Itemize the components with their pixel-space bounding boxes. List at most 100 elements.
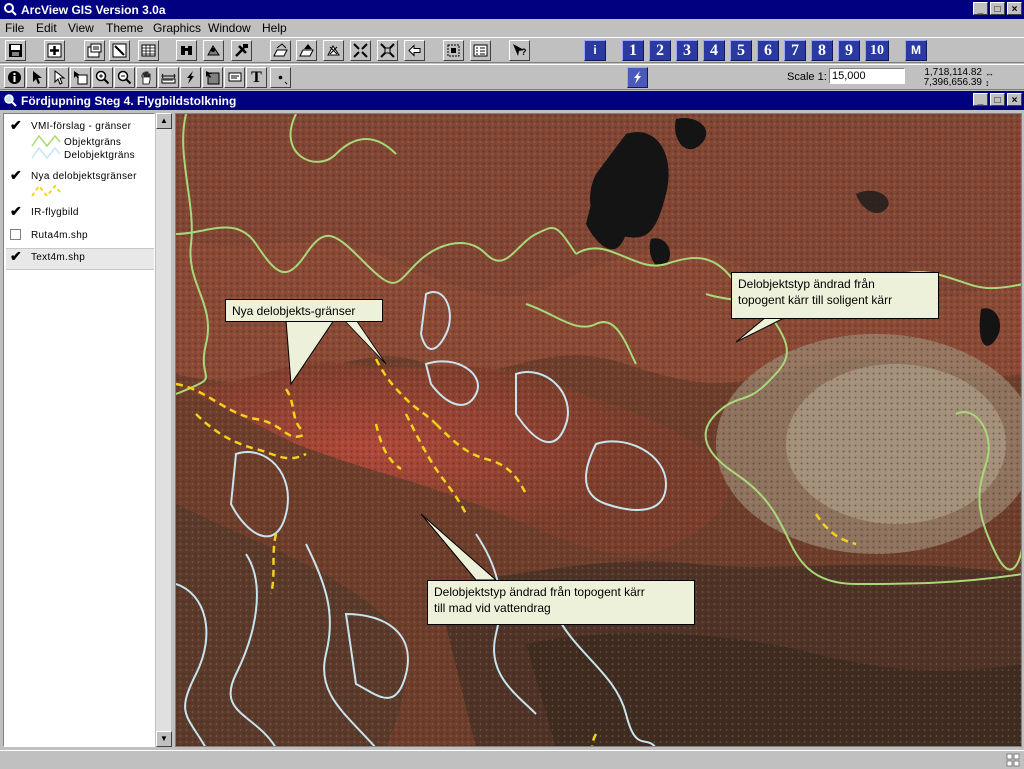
save-icon [9,44,22,57]
text-tool[interactable]: T [246,67,267,88]
find-button[interactable] [176,40,197,61]
lightning-tool[interactable] [627,67,648,88]
zoom-to-selected-button[interactable] [323,40,344,61]
number-button-7[interactable]: 7 [784,40,806,61]
nya-grans-symbol [31,184,61,198]
status-bar [0,750,1024,769]
table-of-contents: ✔ VMI-förslag - gränser Objektgräns Delo… [3,113,155,747]
view-minimize-button[interactable]: _ [973,93,988,106]
identify-icon [8,71,21,84]
theme-ruta4m[interactable]: Ruta4m.shp [6,227,154,247]
clear-selected-button[interactable] [470,40,491,61]
view-title-bar: Fördjupning Steg 4. Flygbildstolkning _ … [0,91,1024,110]
zoom-out-button[interactable] [377,40,398,61]
locate-address-button[interactable] [203,40,224,61]
scale-label: Scale 1: [787,71,827,83]
theme-properties-button[interactable] [84,40,105,61]
theme-visibility-checkbox[interactable]: ✔ [10,168,22,182]
number-button-10[interactable]: 10 [865,40,889,61]
number-button-3[interactable]: 3 [676,40,698,61]
query-builder-button[interactable] [231,40,252,61]
pan-icon [141,71,151,85]
number-button-5[interactable]: 5 [730,40,752,61]
menu-graphics[interactable]: Graphics [153,21,201,35]
scroll-up-icon[interactable]: ▲ [156,113,172,129]
vertex-edit-icon [54,70,66,85]
resize-grip-icon[interactable] [1006,753,1020,767]
pointer-icon [33,71,42,84]
m-button[interactable]: M [905,40,927,61]
zoom-full-extent-icon [273,43,288,57]
maximize-button[interactable]: □ [990,2,1005,15]
theme-name: IR-flygbild [31,207,79,218]
toc-scrollbar[interactable]: ▲ ▼ [155,113,172,747]
number-button-9[interactable]: 9 [838,40,860,61]
zoom-previous-button[interactable] [404,40,425,61]
callout-line-1: Delobjektstyp ändrad från topogent kärr [434,585,645,599]
theme-text4m[interactable]: ✔ Text4m.shp [6,248,154,270]
button-bar: ? i 1 2 3 4 5 6 7 8 9 10 M [0,37,1024,63]
add-theme-button[interactable] [44,40,65,61]
save-button[interactable] [5,40,26,61]
theme-visibility-checkbox[interactable]: ✔ [10,118,22,132]
add-theme-icon [47,43,62,58]
select-feature-tool[interactable] [70,67,91,88]
help-button[interactable]: ? [509,40,530,61]
zoom-in-button[interactable] [350,40,371,61]
menu-view[interactable]: View [68,21,94,35]
query-builder-icon [235,44,248,57]
identify-tool[interactable] [4,67,25,88]
hotlink-tool[interactable] [180,67,201,88]
area-of-interest-tool[interactable] [202,67,223,88]
open-table-button[interactable] [138,40,159,61]
number-button-2[interactable]: 2 [649,40,671,61]
number-button-4[interactable]: 4 [703,40,725,61]
pan-tool[interactable] [136,67,157,88]
minimize-button[interactable]: _ [973,2,988,15]
zoom-out-tool[interactable] [114,67,135,88]
svg-text:?: ? [521,47,527,57]
select-by-theme-button[interactable] [443,40,464,61]
theme-nya-delobjektsgranser[interactable]: ✔ Nya delobjektsgränser [6,168,154,202]
callout-mad-vid-vattendrag: Delobjektstyp ändrad från topogent kärr … [427,580,695,625]
delobjektgrans-symbol [31,146,61,160]
callout-nya-delobjektsgranser: Nya delobjekts-gränser [225,299,383,322]
theme-vmi-forslag[interactable]: ✔ VMI-förslag - gränser Objektgräns Delo… [6,118,154,166]
view-maximize-button[interactable]: □ [990,93,1005,106]
info-button[interactable]: i [584,40,606,61]
zoom-previous-icon [408,44,421,57]
theme-ir-flygbild[interactable]: ✔ IR-flygbild [6,204,154,224]
scale-input[interactable]: 15,000 [829,68,905,84]
menu-help[interactable]: Help [262,21,287,35]
view-magnifier-icon [4,94,17,107]
map-display[interactable]: Nya delobjekts-gränser Delobjektstyp änd… [175,113,1022,747]
view-close-button[interactable]: × [1007,93,1022,106]
app-title-bar: ArcView GIS Version 3.0a _ □ × [0,0,1024,19]
draw-point-tool[interactable] [270,67,291,88]
vertex-edit-tool[interactable] [48,67,69,88]
number-button-8[interactable]: 8 [811,40,833,61]
measure-tool[interactable] [158,67,179,88]
theme-name: Ruta4m.shp [31,230,88,241]
theme-visibility-checkbox[interactable]: ✔ [10,204,22,218]
number-button-1[interactable]: 1 [622,40,644,61]
menu-window[interactable]: Window [208,21,251,35]
zoom-in-tool-icon [95,70,110,85]
tool-bar: T Scale 1: 15,000 1,718,114.82 7,396,656… [0,64,1024,90]
scroll-down-icon[interactable]: ▼ [156,731,172,747]
theme-properties-icon [87,43,102,58]
zoom-to-themes-button[interactable] [296,40,317,61]
close-button[interactable]: × [1007,2,1022,15]
theme-visibility-checkbox[interactable]: ✔ [10,249,22,263]
menu-edit[interactable]: Edit [36,21,57,35]
hotlink-icon [187,71,194,84]
zoom-in-tool[interactable] [92,67,113,88]
zoom-full-extent-button[interactable] [270,40,291,61]
edit-legend-button[interactable] [109,40,130,61]
menu-theme[interactable]: Theme [106,21,143,35]
theme-visibility-checkbox[interactable] [10,229,21,240]
pointer-tool[interactable] [26,67,47,88]
menu-file[interactable]: File [5,21,24,35]
number-button-6[interactable]: 6 [757,40,779,61]
label-tool[interactable] [224,67,245,88]
